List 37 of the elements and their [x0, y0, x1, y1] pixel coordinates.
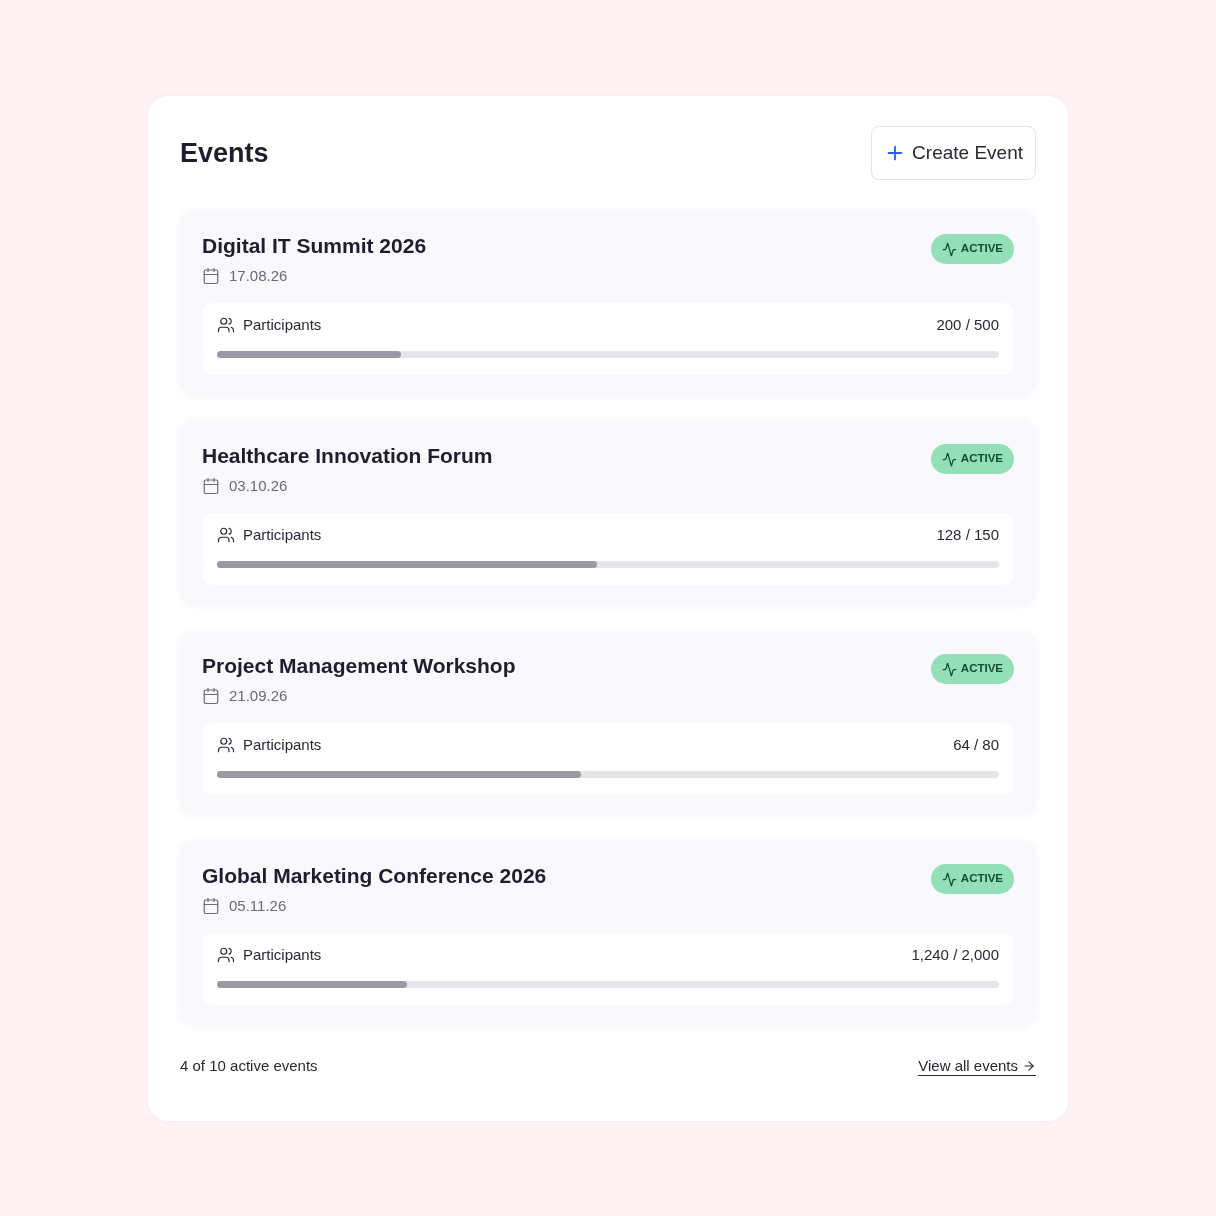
participants-count: 200 / 500 [936, 315, 999, 335]
participants-label: Participants [243, 735, 322, 755]
calendar-icon [202, 267, 220, 285]
calendar-icon [202, 897, 220, 915]
status-text: ACTIVE [960, 243, 1003, 255]
users-icon [217, 736, 235, 754]
participants-count: 1,240 / 2,000 [911, 945, 999, 965]
status-text: ACTIVE [960, 453, 1003, 465]
users-icon [217, 526, 235, 544]
status-text: ACTIVE [960, 873, 1003, 885]
view-all-link[interactable]: View all events [918, 1056, 1036, 1076]
users-icon [217, 316, 235, 334]
participants-count: 64 / 80 [953, 735, 999, 755]
participants-label: Participants [243, 945, 322, 965]
event-title: Digital IT Summit 2026 [202, 233, 427, 259]
events-summary: 4 of 10 active events [180, 1056, 318, 1076]
calendar-icon [202, 477, 220, 495]
participants-label: Participants [243, 525, 322, 545]
create-event-button[interactable]: Create Event [871, 126, 1036, 180]
event-date: 05.11.26 [229, 896, 287, 916]
status-text: ACTIVE [960, 663, 1003, 675]
event-date: 03.10.26 [229, 476, 288, 496]
participants-count: 128 / 150 [936, 525, 999, 545]
users-icon [217, 946, 235, 964]
event-date: 17.08.26 [229, 266, 288, 286]
event-date: 21.09.26 [229, 686, 288, 706]
activity-icon [941, 241, 957, 257]
page-title: Events [180, 137, 269, 170]
arrow-right-icon [1022, 1058, 1036, 1073]
event-title: Project Management Workshop [202, 653, 516, 679]
activity-icon [941, 661, 957, 677]
activity-icon [941, 871, 957, 887]
participants-label: Participants [243, 315, 322, 335]
event-title: Healthcare Innovation Forum [202, 443, 493, 469]
activity-icon [941, 451, 957, 467]
calendar-icon [202, 687, 220, 705]
event-title: Global Marketing Conference 2026 [202, 863, 547, 889]
